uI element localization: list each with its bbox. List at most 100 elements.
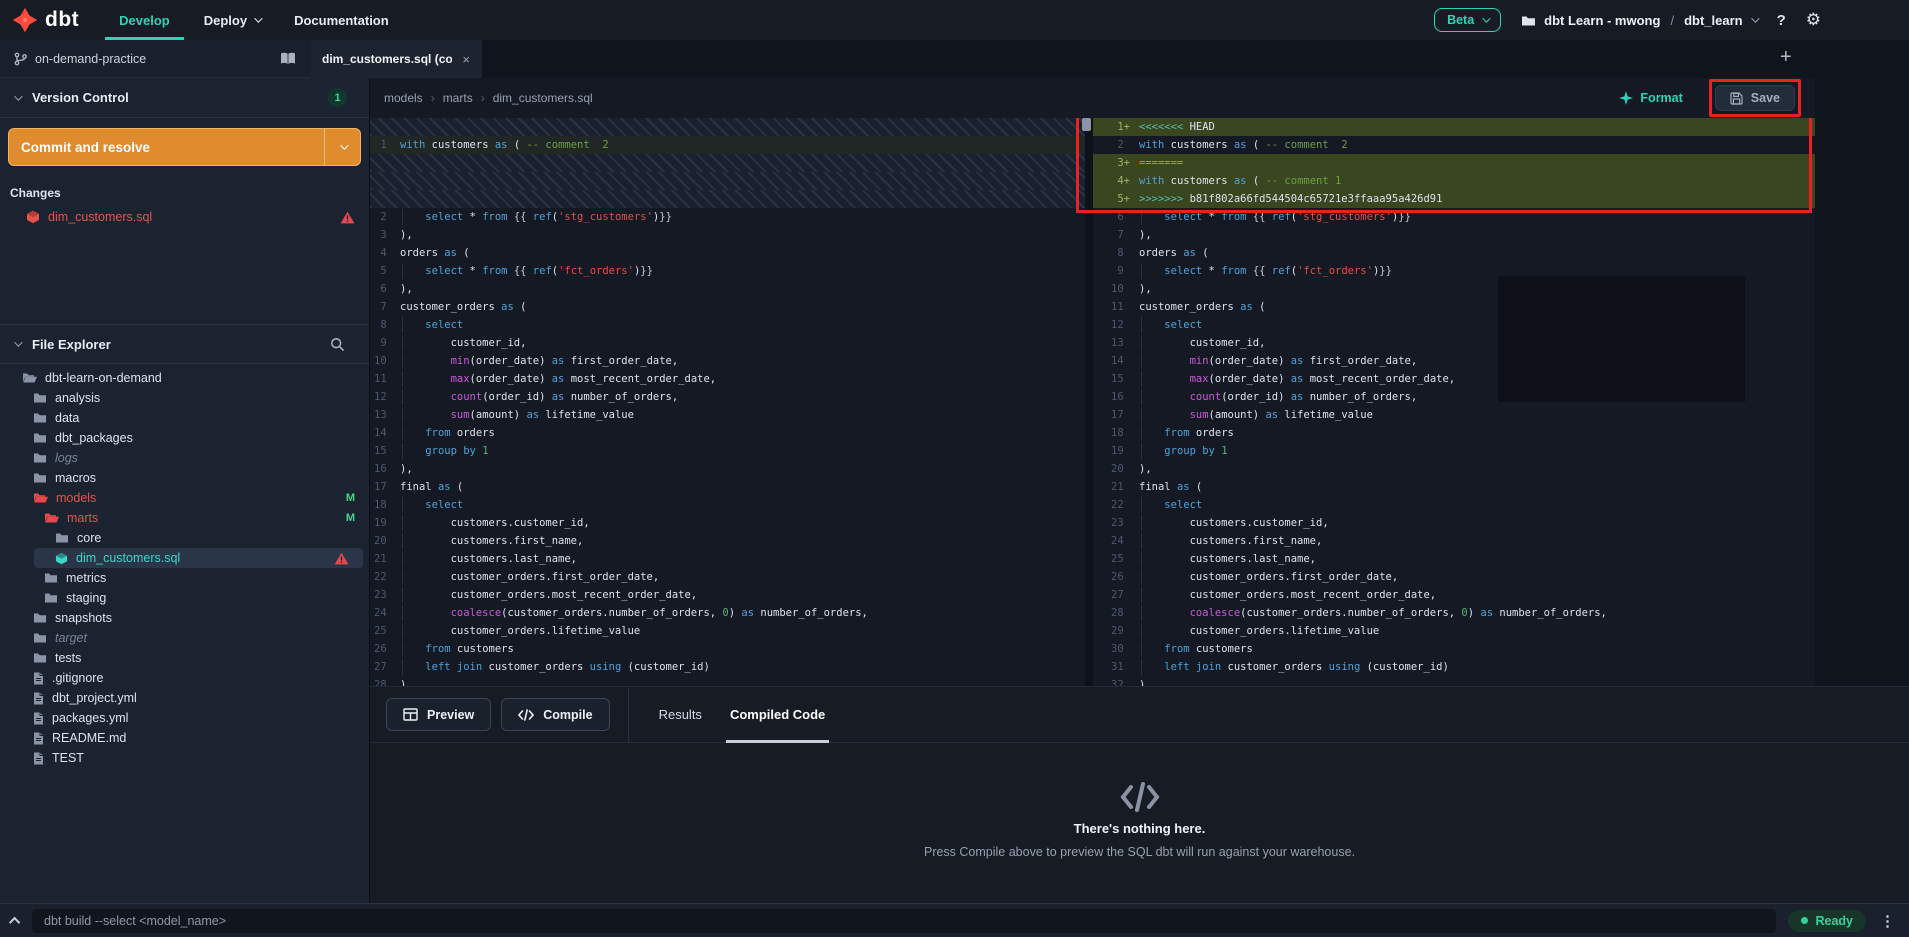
tab-dim-customers[interactable]: dim_customers.sql (confli... × [310,40,482,78]
code-line[interactable]: 9 customer_id, [370,334,1085,352]
code-line[interactable]: 31 left join customer_orders using (cust… [1093,658,1815,676]
code-line[interactable]: 14 from orders [370,424,1085,442]
code-line[interactable]: 13 sum(amount) as lifetime_value [370,406,1085,424]
code-line[interactable]: 16 ), [370,460,1085,478]
tree-item-README.md[interactable]: README.md [0,728,369,748]
code-line[interactable]: 18 from orders [1093,424,1815,442]
code-line[interactable]: 24 coalesce(customer_orders.number_of_or… [370,604,1085,622]
tree-item-core[interactable]: core [0,528,369,548]
code-line[interactable]: 30 from customers [1093,640,1815,658]
code-line[interactable]: 22 select [1093,496,1815,514]
code-line[interactable]: 28 ) [370,676,1085,686]
tree-item-macros[interactable]: macros [0,468,369,488]
code-line[interactable]: 3 ), [370,226,1085,244]
code-line[interactable]: 27 customer_orders.most_recent_order_dat… [1093,586,1815,604]
code-line[interactable]: 19 customers.customer_id, [370,514,1085,532]
help-button[interactable]: ? [1777,12,1786,29]
new-tab-button[interactable]: + [1780,46,1792,69]
code-line[interactable]: 20 ), [1093,460,1815,478]
code-line[interactable]: 8 orders as ( [1093,244,1815,262]
preview-button[interactable]: Preview [386,698,491,731]
format-button[interactable]: Format [1619,91,1682,105]
kebab-menu-icon[interactable]: ⋮ [1878,912,1897,930]
code-line[interactable]: 4+with customers as ( -- comment 1 [1093,172,1815,190]
compile-button[interactable]: Compile [501,698,609,731]
tree-item-tests[interactable]: tests [0,648,369,668]
code-line[interactable]: 23 customer_orders.most_recent_order_dat… [370,586,1085,604]
code-line[interactable]: 4 orders as ( [370,244,1085,262]
commit-dropdown-toggle[interactable] [324,129,360,165]
chevron-up-icon[interactable] [9,916,20,927]
dbt-logo[interactable]: dbt [12,0,105,40]
code-line[interactable]: 17 final as ( [370,478,1085,496]
code-line[interactable]: 18 select [370,496,1085,514]
code-line[interactable]: 26 from customers [370,640,1085,658]
beta-dropdown[interactable]: Beta [1434,8,1501,32]
docs-book-icon[interactable] [280,52,296,65]
tree-item-TEST[interactable]: TEST [0,748,369,768]
code-line[interactable]: 2 with customers as ( -- comment 2 [1093,136,1815,154]
code-line[interactable]: 27 left join customer_orders using (cust… [370,658,1085,676]
project-selector[interactable]: dbt Learn - mwong / dbt_learn [1521,13,1756,28]
tree-item-snapshots[interactable]: snapshots [0,608,369,628]
close-icon[interactable]: × [462,52,470,67]
code-line[interactable]: 22 customer_orders.first_order_date, [370,568,1085,586]
tree-item-logs[interactable]: logs [0,448,369,468]
tree-item-dbt_packages[interactable]: dbt_packages [0,428,369,448]
code-line[interactable]: 1 with customers as ( -- comment 2 [370,136,1085,154]
code-line[interactable]: 21 customers.last_name, [370,550,1085,568]
code-line[interactable]: 7 ), [1093,226,1815,244]
diff-editor-body[interactable]: 1 with customers as ( -- comment 2 2 sele… [370,118,1815,686]
changed-file-row[interactable]: dim_customers.sql [0,206,369,228]
tree-item-data[interactable]: data [0,408,369,428]
branch-bar[interactable]: on-demand-practice [0,40,310,78]
tab-compiled-code[interactable]: Compiled Code [716,687,839,743]
tree-item-packages.yml[interactable]: packages.yml [0,708,369,728]
diff-pane-right[interactable]: 1+<<<<<<< HEAD2 with customers as ( -- c… [1093,118,1815,686]
tree-item-dbt-learn-on-demand[interactable]: dbt-learn-on-demand [0,368,369,388]
code-line[interactable]: 28 coalesce(customer_orders.number_of_or… [1093,604,1815,622]
nav-item-develop[interactable]: Develop [105,0,184,40]
code-line[interactable]: 10 min(order_date) as first_order_date, [370,352,1085,370]
nav-item-deploy[interactable]: Deploy [190,0,274,40]
code-line[interactable]: 25 customers.last_name, [1093,550,1815,568]
code-line[interactable]: 5 select * from {{ ref('fct_orders')}} [370,262,1085,280]
file-explorer-header[interactable]: File Explorer [0,324,369,364]
code-line[interactable]: 7 customer_orders as ( [370,298,1085,316]
code-line[interactable]: 32 ) [1093,676,1815,686]
code-line[interactable]: 20 customers.first_name, [370,532,1085,550]
code-line[interactable]: 17 sum(amount) as lifetime_value [1093,406,1815,424]
tree-item-.gitignore[interactable]: .gitignore [0,668,369,688]
tree-item-target[interactable]: target [0,628,369,648]
code-line[interactable]: 21 final as ( [1093,478,1815,496]
code-line[interactable]: 24 customers.first_name, [1093,532,1815,550]
tree-item-models[interactable]: modelsM [0,488,369,508]
tab-results[interactable]: Results [645,687,716,743]
code-line[interactable]: 1+<<<<<<< HEAD [1093,118,1815,136]
code-line[interactable]: 8 select [370,316,1085,334]
code-line[interactable]: 15 group by 1 [370,442,1085,460]
command-input[interactable] [32,909,1776,933]
version-control-header[interactable]: Version Control 1 [0,78,369,118]
code-line[interactable]: 6 ), [370,280,1085,298]
nav-item-documentation[interactable]: Documentation [280,0,403,40]
diff-pane-left[interactable]: 1 with customers as ( -- comment 2 2 sele… [370,118,1085,686]
code-line[interactable]: 23 customers.customer_id, [1093,514,1815,532]
code-line[interactable]: 2 select * from {{ ref('stg_customers')}… [370,208,1085,226]
code-line[interactable]: 29 customer_orders.lifetime_value [1093,622,1815,640]
tree-item-metrics[interactable]: metrics [0,568,369,588]
pane-divider[interactable] [1085,118,1093,686]
code-line[interactable]: 19 group by 1 [1093,442,1815,460]
code-line[interactable]: 25 customer_orders.lifetime_value [370,622,1085,640]
code-line[interactable]: 3+======= [1093,154,1815,172]
tree-item-analysis[interactable]: analysis [0,388,369,408]
tree-item-staging[interactable]: staging [0,588,369,608]
search-icon[interactable] [330,337,345,352]
code-line[interactable]: 6 select * from {{ ref('stg_customers')}… [1093,208,1815,226]
settings-gear-button[interactable]: ⚙ [1806,10,1821,30]
code-line[interactable]: 11 max(order_date) as most_recent_order_… [370,370,1085,388]
tree-item-dim_customers.sql[interactable]: dim_customers.sql [34,548,363,568]
code-line[interactable]: 5+>>>>>>> b81f802a66fd544504c65721e3ffaa… [1093,190,1815,208]
tree-item-marts[interactable]: martsM [0,508,369,528]
code-line[interactable]: 26 customer_orders.first_order_date, [1093,568,1815,586]
